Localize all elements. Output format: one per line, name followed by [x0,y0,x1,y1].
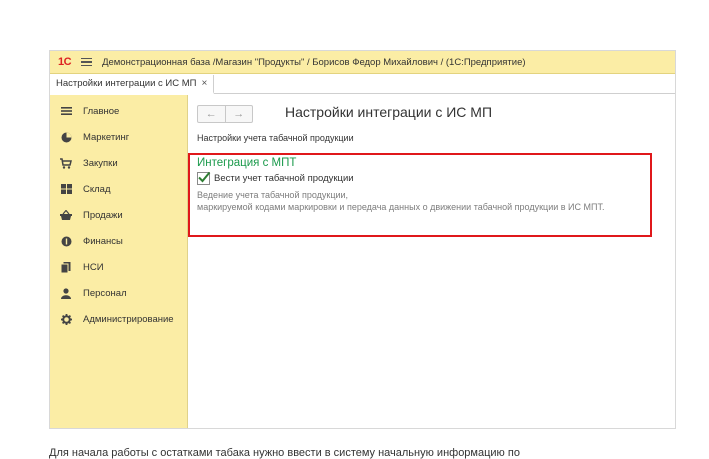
window-title: Демонстрационная база /Магазин "Продукты… [102,56,526,68]
close-icon[interactable]: × [202,78,208,89]
sidebar-item-label: НСИ [83,261,104,273]
sidebar-item-label: Финансы [83,235,123,247]
menu-lines-icon [60,105,72,117]
pie-chart-icon [60,131,72,143]
main-menu-icon[interactable] [81,57,93,67]
tab-bar: Настройки интеграции с ИС МП × [50,74,675,94]
tab-integration-settings[interactable]: Настройки интеграции с ИС МП × [50,75,215,94]
footer-text: Для начала работы с остатками табака нуж… [49,447,520,459]
section-label: Настройки учета табачной продукции [197,133,354,143]
history-nav: ← → [197,105,253,123]
sidebar-item-label: Маркетинг [83,131,130,143]
cart-icon [60,157,72,169]
sidebar-item-label: Главное [83,105,120,117]
tobacco-accounting-checkbox-row[interactable]: Вести учет табачной продукции [197,171,354,185]
group-title: Интеграция с МПТ [197,157,297,169]
back-button[interactable]: ← [198,106,226,122]
description: Ведение учета табачной продукции, маркир… [197,189,604,213]
tab-label: Настройки интеграции с ИС МП [56,78,197,89]
sidebar-item-marketing[interactable]: Маркетинг [50,127,187,147]
tobacco-accounting-checkbox[interactable] [197,171,211,185]
sidebar-item-purchases[interactable]: Закупки [50,153,187,173]
warehouse-icon [60,183,72,195]
app-window: 1С Демонстрационная база /Магазин "Проду… [49,50,676,429]
page-title: Настройки интеграции с ИС МП [285,104,493,120]
sidebar-item-label: Продажи [83,209,123,221]
coin-icon [60,235,72,247]
title-bar: 1С Демонстрационная база /Магазин "Проду… [50,51,675,74]
sidebar-item-label: Персонал [83,287,127,299]
sidebar-item-nsi[interactable]: НСИ [50,257,187,277]
checkmark-icon [198,171,211,183]
description-line: Ведение учета табачной продукции, [197,190,349,200]
main-content: ← → Настройки интеграции с ИС МП Настрой… [188,95,675,428]
app-logo[interactable]: 1С [58,56,72,68]
sidebar-item-main[interactable]: Главное [50,101,187,121]
checkbox-label: Вести учет табачной продукции [214,173,354,184]
description-line: маркируемой кодами маркировки и передача… [197,202,605,212]
sidebar-item-label: Закупки [83,157,118,169]
gear-icon [60,313,72,325]
sidebar-item-finance[interactable]: Финансы [50,231,187,251]
sidebar-item-sales[interactable]: Продажи [50,205,187,225]
forward-button[interactable]: → [226,106,253,122]
sidebar-item-warehouse[interactable]: Склад [50,179,187,199]
sidebar: Главное Маркетинг Закупки Склад Продажи [50,95,188,428]
basket-icon [60,209,72,221]
person-icon [60,287,72,299]
sidebar-item-label: Склад [83,183,111,195]
sidebar-item-personnel[interactable]: Персонал [50,283,187,303]
documents-icon [60,261,72,273]
sidebar-item-administration[interactable]: Администрирование [50,309,187,329]
sidebar-item-label: Администрирование [83,313,174,325]
